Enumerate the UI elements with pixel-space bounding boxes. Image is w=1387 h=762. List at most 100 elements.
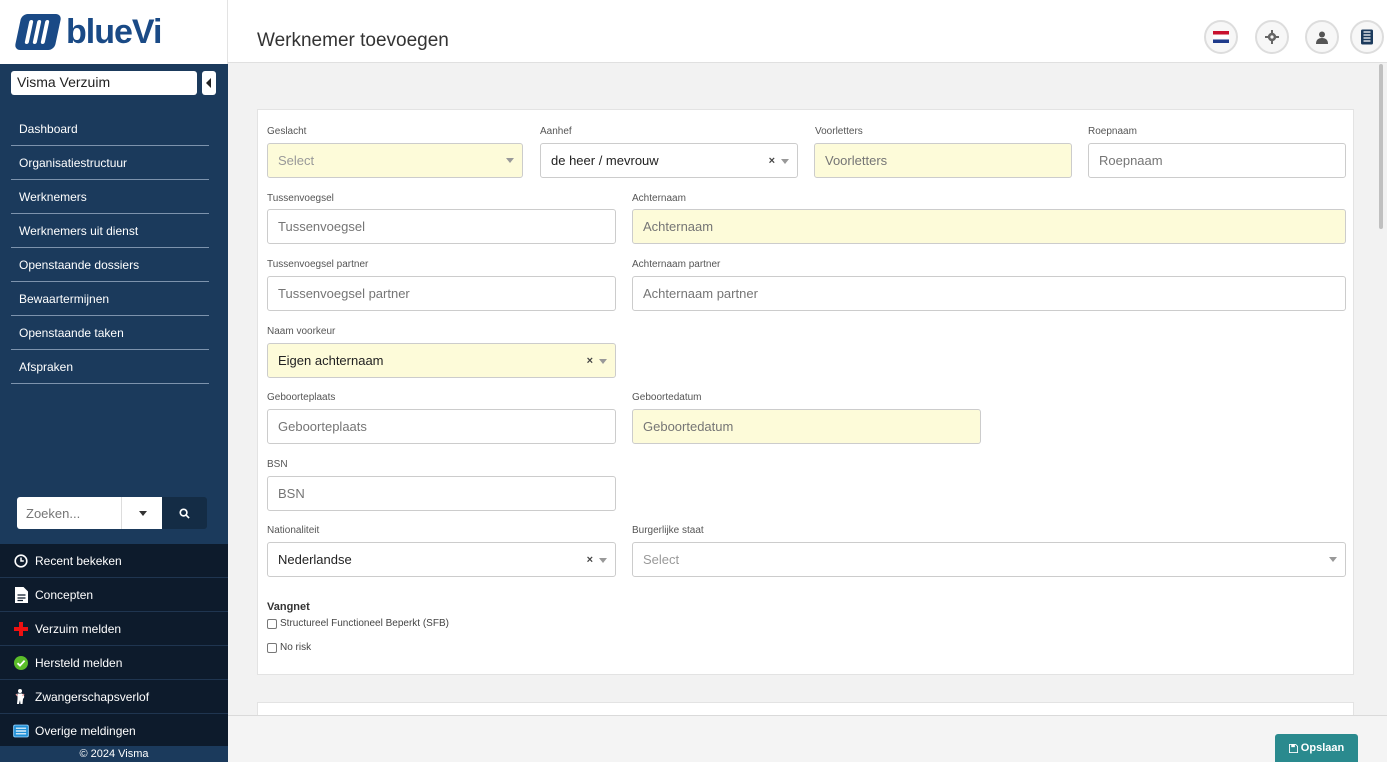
quick-link-concepten[interactable]: Concepten <box>0 578 228 612</box>
achternaam-label: Achternaam <box>632 193 686 204</box>
logo-text: blueVi <box>66 12 162 51</box>
copyright: © 2024 Visma <box>0 746 228 762</box>
chevron-down-icon <box>599 557 607 563</box>
tussenvoegsel-input[interactable] <box>267 209 616 244</box>
tussenvoegsel-partner-label: Tussenvoegsel partner <box>267 259 369 270</box>
burgerlijke-staat-label: Burgerlijke staat <box>632 525 704 536</box>
sidebar-item-organisatiestructuur[interactable]: Organisatiestructuur <box>11 146 209 180</box>
no-risk-checkbox-row[interactable]: No risk <box>267 642 311 653</box>
quick-link-label: Hersteld melden <box>35 655 123 670</box>
user-icon <box>1316 31 1328 44</box>
sidebar: blueVi Visma Verzuim Dashboard Organisat… <box>0 0 228 762</box>
clear-icon[interactable]: × <box>587 554 593 566</box>
quick-link-verzuim-melden[interactable]: Verzuim melden <box>0 612 228 646</box>
page-title: Werknemer toevoegen <box>257 30 449 51</box>
save-button-label: Opslaan <box>1300 742 1345 754</box>
vangnet-title: Vangnet <box>267 601 310 613</box>
aanhef-value: de heer / mevrouw <box>551 153 659 168</box>
roepnaam-label: Roepnaam <box>1088 126 1137 137</box>
check-circle-icon <box>13 655 29 671</box>
org-select-row: Visma Verzuim <box>11 71 217 96</box>
achternaam-partner-input[interactable] <box>632 276 1346 311</box>
dutch-flag-icon <box>1213 31 1229 43</box>
chevron-down-icon <box>500 155 514 166</box>
sidebar-item-openstaande-dossiers[interactable]: Openstaande dossiers <box>11 248 209 282</box>
header: Werknemer toevoegen <box>228 0 1387 63</box>
quick-link-overige-meldingen[interactable]: Overige meldingen <box>0 714 228 748</box>
quick-link-label: Verzuim melden <box>35 621 122 636</box>
aanhef-label: Aanhef <box>540 126 572 137</box>
sidebar-item-bewaartermijnen[interactable]: Bewaartermijnen <box>11 282 209 316</box>
chevron-down-icon <box>1323 554 1337 565</box>
collapse-sidebar-button[interactable] <box>202 71 216 95</box>
company-button[interactable] <box>1350 20 1384 54</box>
geboortedatum-label: Geboortedatum <box>632 392 702 403</box>
user-button[interactable] <box>1305 20 1339 54</box>
quick-link-label: Recent bekeken <box>35 553 122 568</box>
achternaam-input[interactable] <box>632 209 1346 244</box>
sidebar-item-werknemers[interactable]: Werknemers <box>11 180 209 214</box>
save-button[interactable]: Opslaan <box>1275 734 1358 762</box>
quick-link-recent-bekeken[interactable]: Recent bekeken <box>0 544 228 578</box>
sfb-checkbox-label: Structureel Functioneel Beperkt (SFB) <box>280 618 449 629</box>
chevron-down-icon <box>599 358 607 364</box>
burgerlijke-staat-placeholder: Select <box>643 552 680 567</box>
sfb-checkbox[interactable] <box>267 618 277 629</box>
clear-icon[interactable]: × <box>769 155 775 167</box>
no-risk-checkbox-label: No risk <box>280 642 312 653</box>
employee-form: Geslacht Select Aanhef de heer / mevrouw… <box>257 109 1354 675</box>
pregnant-person-icon <box>13 689 29 705</box>
geslacht-placeholder: Select <box>278 153 315 168</box>
clear-icon[interactable]: × <box>587 355 593 367</box>
bsn-input[interactable] <box>267 476 616 511</box>
search-input[interactable] <box>17 497 121 529</box>
bluevi-logo-icon <box>14 14 62 50</box>
language-button[interactable] <box>1204 20 1238 54</box>
nationaliteit-select[interactable]: Nederlandse × <box>267 542 616 577</box>
logo[interactable]: blueVi <box>0 0 228 64</box>
tussenvoegsel-partner-input[interactable] <box>267 276 616 311</box>
roepnaam-input[interactable] <box>1088 143 1346 178</box>
sidebar-item-openstaande-taken[interactable]: Openstaande taken <box>11 316 209 350</box>
naam-voorkeur-value: Eigen achternaam <box>278 353 384 368</box>
sidebar-item-afspraken[interactable]: Afspraken <box>11 350 209 384</box>
geboorteplaats-label: Geboorteplaats <box>267 392 336 403</box>
geslacht-label: Geslacht <box>267 126 307 137</box>
sidebar-nav: Dashboard Organisatiestructuur Werknemer… <box>11 112 209 384</box>
sfb-checkbox-row[interactable]: Structureel Functioneel Beperkt (SFB) <box>267 618 449 629</box>
naam-voorkeur-label: Naam voorkeur <box>267 326 336 337</box>
organization-select[interactable]: Visma Verzuim <box>11 71 197 95</box>
sidebar-search <box>17 497 207 529</box>
quick-link-label: Zwangerschapsverlof <box>35 689 150 704</box>
geslacht-select[interactable]: Select <box>267 143 523 178</box>
aanhef-select[interactable]: de heer / mevrouw × <box>540 143 798 178</box>
chevron-down-icon <box>781 158 789 164</box>
sidebar-item-dashboard[interactable]: Dashboard <box>11 112 209 146</box>
search-scope-dropdown[interactable] <box>121 497 162 529</box>
nationaliteit-value: Nederlandse <box>278 552 352 567</box>
gear-icon <box>1265 30 1279 44</box>
voorletters-input[interactable] <box>814 143 1072 178</box>
geboorteplaats-input[interactable] <box>267 409 616 444</box>
save-icon <box>1288 743 1298 753</box>
burgerlijke-staat-select[interactable]: Select <box>632 542 1346 577</box>
no-risk-checkbox[interactable] <box>267 642 277 653</box>
page-scrollbar[interactable] <box>1379 64 1383 229</box>
search-icon <box>179 507 190 519</box>
tussenvoegsel-label: Tussenvoegsel <box>267 193 334 204</box>
geboortedatum-input[interactable] <box>632 409 981 444</box>
quick-links: Recent bekeken Concepten Verzuim melden … <box>0 544 228 748</box>
search-button[interactable] <box>162 497 207 529</box>
sidebar-item-werknemers-uit-dienst[interactable]: Werknemers uit dienst <box>11 214 209 248</box>
settings-button[interactable] <box>1255 20 1289 54</box>
naam-voorkeur-select[interactable]: Eigen achternaam × <box>267 343 616 378</box>
quick-link-hersteld-melden[interactable]: Hersteld melden <box>0 646 228 680</box>
quick-link-zwangerschapsverlof[interactable]: Zwangerschapsverlof <box>0 680 228 714</box>
footer-bar <box>228 715 1387 762</box>
quick-link-label: Concepten <box>35 587 94 602</box>
nationaliteit-label: Nationaliteit <box>267 525 320 536</box>
red-cross-icon <box>13 621 29 637</box>
quick-link-label: Overige meldingen <box>35 723 136 738</box>
bsn-label: BSN <box>267 459 288 470</box>
document-icon <box>13 586 29 603</box>
